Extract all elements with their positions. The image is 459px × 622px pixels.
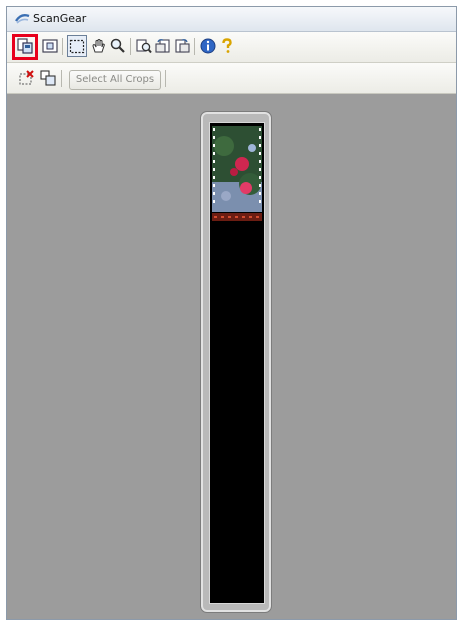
magnifier-icon (110, 38, 125, 53)
title-bar: ScanGear (7, 7, 456, 32)
move-image-button[interactable] (90, 37, 108, 55)
clear-crop-button[interactable] (18, 69, 36, 87)
rotate-left-icon (155, 39, 170, 53)
whole-image-icon (42, 39, 58, 53)
info-icon (200, 38, 216, 54)
toolbar-separator (130, 38, 131, 55)
scan-button[interactable] (135, 37, 153, 55)
crop-icon (69, 39, 85, 54)
crop-toolbar: Select All Crops (7, 63, 456, 94)
toolbar-separator (194, 38, 195, 55)
help-button[interactable] (218, 37, 236, 55)
film-strip (209, 122, 265, 604)
toolbar-separator (165, 70, 166, 87)
film-frame-thumbnail[interactable] (212, 126, 262, 212)
move-hand-icon (92, 39, 105, 53)
crop-button[interactable] (67, 35, 87, 57)
zoom-button[interactable] (109, 37, 127, 55)
film-holder (200, 111, 272, 613)
rotate-right-icon (175, 39, 190, 53)
information-button[interactable] (199, 37, 217, 55)
whole-image-view-button[interactable] (41, 37, 59, 55)
multiple-crop-icon (40, 70, 56, 86)
scangear-app-icon (15, 13, 30, 24)
preview-area[interactable] (7, 94, 456, 619)
toolbar-separator (62, 38, 63, 55)
clear-crop-icon (19, 70, 34, 85)
rotate-left-button[interactable] (154, 37, 172, 55)
rotate-right-button[interactable] (173, 37, 191, 55)
select-all-crops-button[interactable]: Select All Crops (69, 70, 161, 90)
window-title: ScanGear (33, 12, 87, 25)
scangear-window: ScanGear Select All Crops (6, 6, 457, 620)
scan-icon (136, 39, 152, 54)
film-frame-edge (212, 213, 262, 221)
multiple-crop-button[interactable] (39, 69, 57, 87)
thumbnail-button-highlight (12, 34, 38, 60)
preview-toolbar (7, 32, 456, 63)
help-question-icon (222, 38, 232, 53)
toolbar-separator (61, 70, 62, 87)
